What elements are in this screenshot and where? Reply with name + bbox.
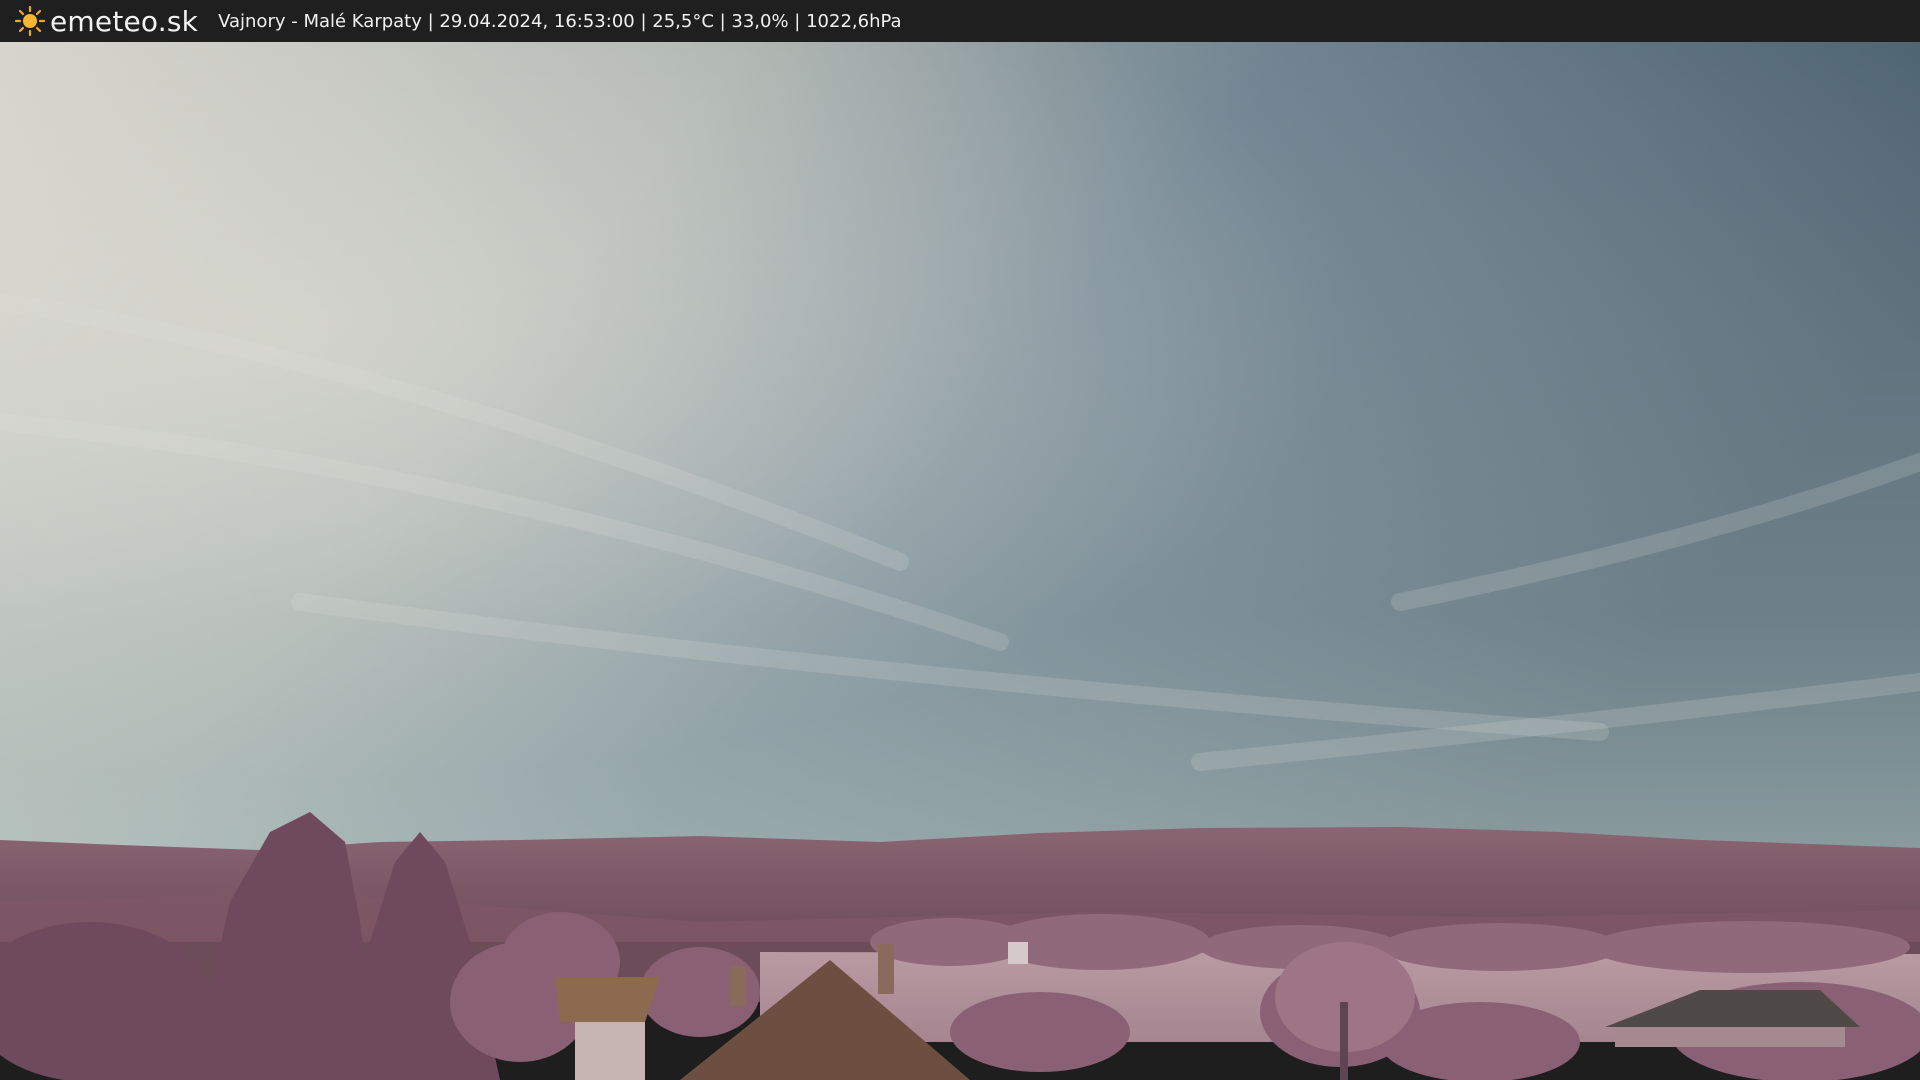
webcam-image xyxy=(0,42,1920,1080)
top-bar: emeteo.sk Vajnory - Malé Karpaty | 29.04… xyxy=(0,0,1920,42)
station-info: Vajnory - Malé Karpaty | 29.04.2024, 16:… xyxy=(218,10,902,32)
brand-name: emeteo.sk xyxy=(50,4,199,38)
sun-icon xyxy=(14,5,46,37)
logo[interactable]: emeteo.sk xyxy=(14,0,198,42)
